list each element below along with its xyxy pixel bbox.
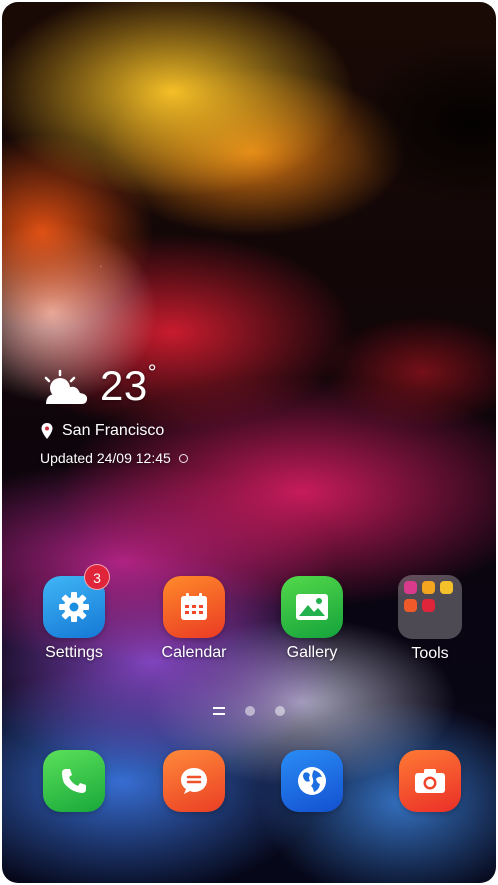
image-icon [281, 576, 343, 638]
camera-icon [399, 750, 461, 812]
dock-phone[interactable] [24, 750, 124, 812]
app-label: Settings [45, 644, 103, 661]
updated-time: Updated 24/09 12:45 [40, 450, 171, 466]
app-label: Gallery [286, 644, 338, 661]
app-folder-tools[interactable]: Tools [380, 575, 480, 663]
dock-camera[interactable] [380, 750, 480, 812]
phone-icon [43, 750, 105, 812]
dock-messages[interactable] [144, 750, 244, 812]
location-label: San Francisco [62, 422, 165, 439]
app-label: Tools [411, 645, 449, 662]
weather-widget[interactable]: 23° San Francisco Updated 24/09 12:45 [40, 360, 188, 466]
app-calendar[interactable]: Calendar [144, 576, 244, 662]
refresh-icon[interactable] [178, 453, 188, 463]
notification-badge: 3 [84, 564, 110, 590]
calendar-icon [163, 576, 225, 638]
message-icon [163, 750, 225, 812]
app-gallery[interactable]: Gallery [262, 576, 362, 662]
page-indicator[interactable] [2, 702, 496, 720]
globe-icon [281, 750, 343, 812]
page-dot [245, 705, 255, 716]
app-settings[interactable]: 3 Settings [24, 564, 124, 662]
folder-icon [398, 575, 462, 639]
home-page-icon [212, 707, 225, 715]
temperature: 23° [100, 360, 158, 409]
location-pin-icon [40, 423, 54, 439]
home-screen: 23° San Francisco Updated 24/09 12:45 3 … [2, 2, 496, 883]
app-label: Calendar [161, 644, 227, 661]
dock-browser[interactable] [262, 750, 362, 812]
page-dot [275, 705, 286, 716]
partly-cloudy-icon [40, 366, 90, 406]
